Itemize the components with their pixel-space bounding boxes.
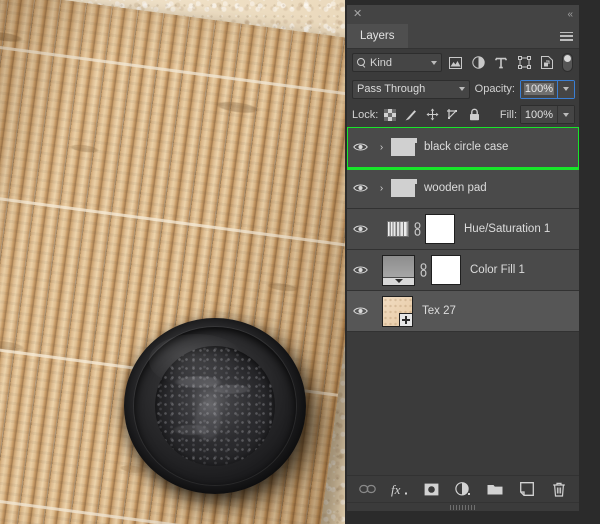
new-layer-button[interactable] — [518, 480, 536, 498]
tab-layers-label: Layers — [360, 30, 395, 42]
panel-menu-icon[interactable] — [553, 24, 579, 48]
filter-enable-toggle[interactable] — [562, 53, 573, 72]
layer-mask-thumbnail[interactable] — [431, 255, 461, 285]
layer-name[interactable]: Color Fill 1 — [461, 264, 525, 276]
document-canvas[interactable] — [0, 0, 345, 524]
group-expand-chevron-icon[interactable]: › — [374, 142, 389, 153]
table-row[interactable]: Tex 27 — [347, 291, 579, 332]
opacity-slider-toggle[interactable] — [557, 80, 574, 98]
panel-titlebar: ✕ « — [347, 5, 579, 24]
layer-name[interactable]: Tex 27 — [413, 305, 456, 317]
lock-transparent-pixels-icon[interactable] — [381, 106, 399, 124]
table-row[interactable]: › wooden pad — [347, 168, 579, 209]
svg-text:fx: fx — [391, 482, 401, 497]
link-layers-button[interactable] — [358, 480, 376, 498]
folder-icon — [391, 138, 417, 156]
group-expand-chevron-icon[interactable]: › — [374, 183, 389, 194]
layer-visibility-toggle[interactable] — [347, 142, 374, 152]
fill-slider-toggle[interactable] — [557, 106, 574, 123]
layer-mask-thumbnail[interactable] — [425, 214, 455, 244]
fill-control: 100% — [520, 105, 575, 124]
eye-icon — [353, 306, 368, 316]
eye-icon — [353, 183, 368, 193]
lock-all-icon[interactable] — [465, 106, 483, 124]
eye-icon — [353, 142, 368, 152]
search-icon — [357, 58, 366, 67]
new-adjustment-layer-button[interactable] — [454, 480, 472, 498]
tab-layers[interactable]: Layers — [347, 24, 408, 48]
collapse-panel-icon[interactable]: « — [567, 9, 572, 20]
blend-mode-bar: Pass Through Opacity: 100% — [347, 76, 579, 102]
table-row[interactable]: › black circle case — [347, 127, 579, 170]
layer-name[interactable]: black circle case — [415, 141, 508, 153]
layer-style-button[interactable]: fx — [390, 480, 408, 498]
layer-filter-bar: Kind — [347, 49, 579, 76]
app-root: ✕ « Layers Kind Pass Through Opacity: 10… — [0, 0, 600, 524]
fill-label: Fill: — [499, 108, 517, 121]
layer-visibility-toggle[interactable] — [347, 306, 374, 316]
black-ceramic-bowl — [124, 318, 306, 494]
fill-value: 100% — [524, 108, 554, 121]
smart-object-badge-icon — [399, 312, 413, 327]
smart-object-filter-icon[interactable] — [537, 53, 557, 73]
table-row[interactable]: Color Fill 1 — [347, 250, 579, 291]
chevron-down-icon — [563, 87, 569, 91]
close-icon[interactable]: ✕ — [353, 9, 362, 20]
hue-saturation-adjustment-thumbnail[interactable] — [387, 221, 409, 237]
chevron-down-icon — [458, 87, 465, 91]
lock-position-icon[interactable] — [423, 106, 441, 124]
folder-icon — [391, 179, 417, 197]
filter-kind-label: Kind — [370, 56, 393, 69]
grip-icon — [450, 504, 476, 510]
type-layers-filter-icon[interactable] — [491, 53, 511, 73]
opacity-label: Opacity: — [474, 83, 515, 95]
smart-object-thumbnail[interactable] — [382, 295, 413, 327]
mask-link-icon[interactable] — [409, 222, 425, 236]
chevron-down-icon — [563, 112, 569, 117]
lock-bar: Lock: Fill: 100% — [347, 102, 579, 127]
opacity-input[interactable]: 100% — [521, 80, 557, 98]
layer-visibility-toggle[interactable] — [347, 265, 374, 275]
pixel-layers-filter-icon[interactable] — [445, 53, 465, 73]
shape-layers-filter-icon[interactable] — [514, 53, 534, 73]
panel-tabstrip: Layers — [347, 24, 579, 49]
adjustment-layers-filter-icon[interactable] — [468, 53, 488, 73]
layer-thumbnail[interactable] — [389, 138, 417, 156]
layers-panel: ✕ « Layers Kind Pass Through Opacity: 10… — [347, 5, 579, 511]
opacity-control: 100% — [520, 79, 575, 99]
layer-name[interactable]: Hue/Saturation 1 — [455, 223, 550, 235]
layer-visibility-toggle[interactable] — [347, 224, 374, 234]
filter-kind-dropdown[interactable]: Kind — [352, 53, 442, 72]
panel-resize-grip[interactable] — [347, 502, 579, 511]
new-group-button[interactable] — [486, 480, 504, 498]
blend-mode-value: Pass Through — [357, 83, 426, 95]
layers-panel-toolbar: fx — [347, 475, 579, 502]
delete-layer-button[interactable] — [550, 480, 568, 498]
lock-label: Lock: — [352, 108, 379, 121]
blend-mode-dropdown[interactable]: Pass Through — [352, 79, 470, 99]
opacity-value: 100% — [523, 83, 555, 95]
eye-icon — [353, 265, 368, 275]
table-row[interactable]: Hue/Saturation 1 — [347, 209, 579, 250]
layer-thumbnail[interactable] — [389, 179, 417, 197]
layer-name[interactable]: wooden pad — [415, 182, 487, 194]
fill-input[interactable]: 100% — [521, 106, 557, 123]
color-fill-thumbnail[interactable] — [382, 254, 415, 286]
mask-link-icon[interactable] — [415, 263, 431, 277]
chevron-down-icon — [431, 60, 437, 65]
layers-list[interactable]: › black circle case › wooden pad Hue/Sat… — [347, 127, 579, 475]
eye-icon — [353, 224, 368, 234]
add-layer-mask-button[interactable] — [422, 480, 440, 498]
lock-image-pixels-icon[interactable] — [402, 106, 420, 124]
bowl-highlight — [149, 333, 245, 387]
layer-visibility-toggle[interactable] — [347, 183, 374, 193]
lock-artboard-nesting-icon[interactable] — [444, 106, 462, 124]
